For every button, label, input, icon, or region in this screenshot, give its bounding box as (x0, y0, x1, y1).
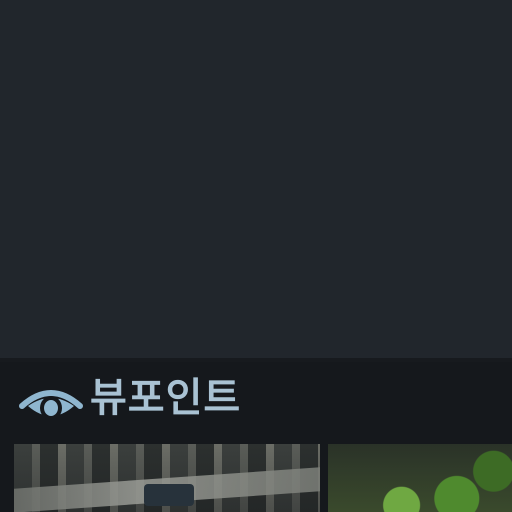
empty-panel-area (0, 0, 512, 358)
viewpoint-panel-header[interactable]: 뷰포인트 (0, 362, 512, 442)
viewpoint-thumbnail-strip (14, 444, 512, 512)
thumbnail-vehicle-image (144, 484, 194, 506)
eye-icon (18, 376, 84, 424)
viewpoint-thumbnail-1[interactable] (14, 444, 320, 512)
viewpoint-thumbnail-2[interactable] (328, 444, 512, 512)
thumbnail-gap (320, 444, 328, 512)
viewpoint-panel: 뷰포인트 (0, 362, 512, 512)
panel-title: 뷰포인트 (90, 375, 242, 421)
app-window: 뷰포인트 (0, 0, 512, 512)
